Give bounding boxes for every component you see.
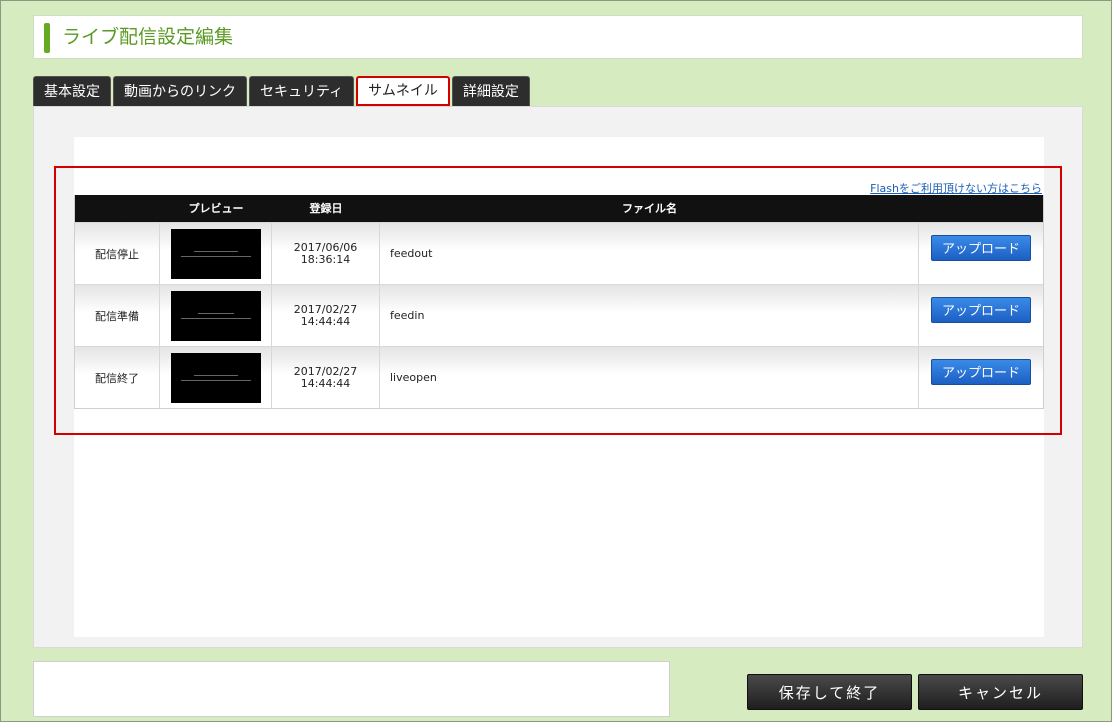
tab-bar: 基本設定 動画からのリンク セキュリティ サムネイル 詳細設定 <box>33 76 530 106</box>
column-header-date: 登録日 <box>309 202 343 215</box>
table-row: 配信準備 2017/02/27 14:44:44 feedin アップロード <box>75 284 1043 346</box>
time-value: 18:36:14 <box>300 252 351 266</box>
tab-video-links[interactable]: 動画からのリンク <box>113 76 247 106</box>
thumbnail-image <box>170 290 261 341</box>
date-cell: 2017/06/06 18:36:14 <box>272 223 380 284</box>
action-cell: アップロード <box>919 347 1043 408</box>
status-cell: 配信停止 <box>75 223 160 284</box>
preview-cell <box>160 285 272 346</box>
status-cell: 配信終了 <box>75 347 160 408</box>
save-and-exit-button[interactable]: 保存して終了 <box>747 674 912 710</box>
time-value: 14:44:44 <box>300 376 351 390</box>
table-row: 配信停止 2017/06/06 18:36:14 feedout アップロード <box>75 222 1043 284</box>
upload-button[interactable]: アップロード <box>931 296 1031 323</box>
date-value: 2017/06/06 <box>293 240 358 254</box>
date-value: 2017/02/27 <box>293 364 358 378</box>
flash-alternative-link[interactable]: Flashをご利用頂けない方はこちら <box>870 180 1042 196</box>
thumbnail-table: プレビュー 登録日 ファイル名 配信停止 2017/06/06 18:36:14… <box>74 195 1044 409</box>
preview-cell <box>160 223 272 284</box>
action-cell: アップロード <box>919 285 1043 346</box>
thumbnail-section: Flashをご利用頂けない方はこちら プレビュー 登録日 ファイル名 配信停止 … <box>54 166 1062 435</box>
thumbnail-image <box>170 352 261 403</box>
tab-basic-settings[interactable]: 基本設定 <box>33 76 111 106</box>
footer-message-area <box>33 661 670 717</box>
date-cell: 2017/02/27 14:44:44 <box>272 285 380 346</box>
column-header-preview: プレビュー <box>188 202 244 215</box>
table-header: プレビュー 登録日 ファイル名 <box>75 195 1043 222</box>
status-cell: 配信準備 <box>75 285 160 346</box>
thumbnail-image <box>170 228 261 279</box>
filename-cell: feedin <box>380 285 919 346</box>
table-row: 配信終了 2017/02/27 14:44:44 liveopen アップロード <box>75 346 1043 408</box>
date-cell: 2017/02/27 14:44:44 <box>272 347 380 408</box>
filename-cell: liveopen <box>380 347 919 408</box>
tab-security[interactable]: セキュリティ <box>249 76 355 106</box>
filename-cell: feedout <box>380 223 919 284</box>
page-header: ライブ配信設定編集 <box>33 15 1083 59</box>
title-accent-bar <box>44 23 50 53</box>
time-value: 14:44:44 <box>300 314 351 328</box>
upload-button[interactable]: アップロード <box>931 234 1031 261</box>
column-header-filename: ファイル名 <box>622 202 677 215</box>
action-cell: アップロード <box>919 223 1043 284</box>
column-header-action <box>919 195 1043 222</box>
column-header-status <box>75 195 160 222</box>
date-value: 2017/02/27 <box>293 302 358 316</box>
preview-cell <box>160 347 272 408</box>
tab-advanced-settings[interactable]: 詳細設定 <box>451 76 530 106</box>
upload-button[interactable]: アップロード <box>931 358 1031 385</box>
cancel-button[interactable]: キャンセル <box>918 674 1083 710</box>
page-title: ライブ配信設定編集 <box>62 26 234 48</box>
tab-thumbnail[interactable]: サムネイル <box>356 76 450 106</box>
